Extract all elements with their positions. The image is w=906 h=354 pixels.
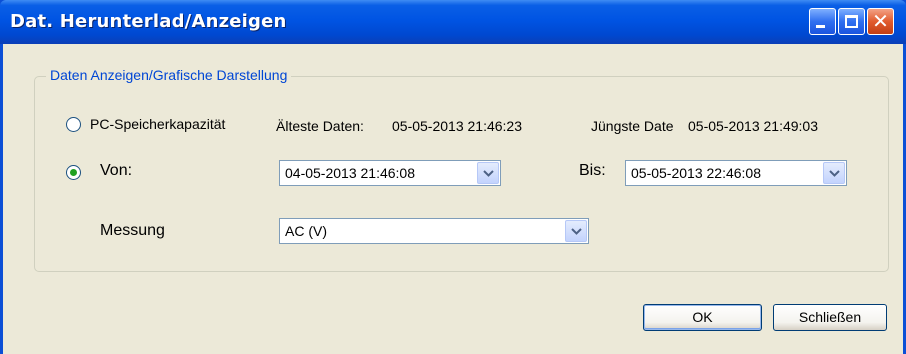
from-date-dropdown[interactable]: 04-05-2013 21:46:08	[279, 160, 501, 186]
pc-storage-label: PC-Speicherkapazität	[90, 116, 226, 132]
minimize-icon	[816, 25, 825, 28]
to-label: Bis:	[579, 162, 606, 179]
to-date-dropdown[interactable]: 05-05-2013 22:46:08	[625, 160, 847, 186]
dialog-body: Daten Anzeigen/Grafische Darstellung PC-…	[3, 44, 903, 354]
newest-data-label: Jüngste Date	[591, 118, 674, 134]
oldest-data-label: Älteste Daten:	[276, 118, 364, 134]
title-bar[interactable]: Dat. Herunterlad/Anzeigen ✕	[0, 0, 906, 44]
to-date-value: 05-05-2013 22:46:08	[631, 165, 761, 181]
ok-button[interactable]: OK	[643, 304, 762, 331]
dialog-window: Dat. Herunterlad/Anzeigen ✕ Daten Anzeig…	[0, 0, 906, 354]
window-title: Dat. Herunterlad/Anzeigen	[10, 11, 287, 32]
close-icon: ✕	[872, 9, 889, 33]
close-button[interactable]: Schließen	[773, 304, 887, 331]
measurement-dropdown[interactable]: AC (V)	[279, 218, 589, 244]
measurement-label: Messung	[100, 222, 165, 239]
chevron-down-icon[interactable]	[565, 220, 587, 242]
newest-data-value: 05-05-2013 21:49:03	[688, 118, 818, 134]
from-label: Von:	[100, 162, 133, 179]
minimize-button[interactable]	[809, 8, 836, 35]
chevron-down-icon[interactable]	[477, 162, 499, 184]
from-date-value: 04-05-2013 21:46:08	[285, 165, 415, 181]
chevron-down-icon[interactable]	[823, 162, 845, 184]
range-radio[interactable]	[66, 165, 81, 180]
maximize-button[interactable]	[838, 8, 865, 35]
measurement-value: AC (V)	[285, 223, 327, 239]
oldest-data-value: 05-05-2013 21:46:23	[392, 118, 522, 134]
group-title: Daten Anzeigen/Grafische Darstellung	[46, 67, 292, 83]
pc-storage-radio[interactable]	[66, 117, 81, 132]
radio-selected-dot	[70, 169, 77, 176]
maximize-icon	[845, 15, 858, 28]
close-window-button[interactable]: ✕	[867, 8, 894, 35]
